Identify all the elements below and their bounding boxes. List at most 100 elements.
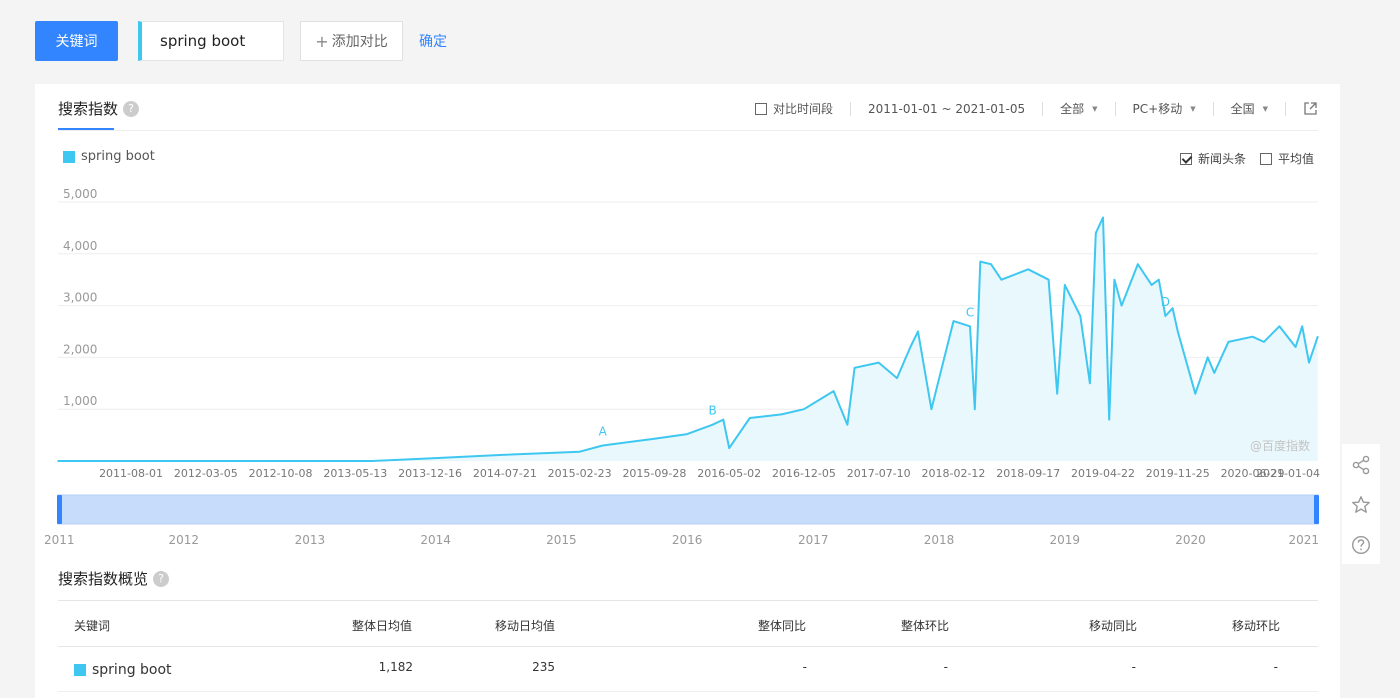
keyword-button[interactable]: 关键词 — [35, 21, 118, 61]
timeline-year-label: 2017 — [798, 533, 829, 547]
plus-icon: + — [315, 31, 329, 51]
x-tick-label: 2013-05-13 — [323, 467, 387, 480]
y-tick-label: 2,000 — [63, 342, 97, 356]
data-point — [1177, 330, 1179, 333]
annotation-label: A — [599, 424, 608, 438]
watermark: @百度指数 — [1250, 438, 1310, 453]
add-compare-button[interactable]: + 添加对比 — [300, 21, 403, 61]
data-point — [780, 413, 783, 416]
timeline-year-label: 2011 — [44, 533, 75, 547]
data-point — [1113, 278, 1116, 281]
timeline-handle-right — [1314, 495, 1319, 524]
timeline-year-label: 2019 — [1049, 533, 1080, 547]
timeline-year-label: 2020 — [1175, 533, 1206, 547]
search-index-chart[interactable]: 5,000 4,000 3,000 2,000 1,000 2011-08-01 2012-… — [35, 84, 1340, 554]
data-point — [1102, 216, 1104, 219]
side-toolbar — [1342, 444, 1380, 564]
data-point — [1294, 346, 1297, 348]
data-point — [1064, 284, 1066, 286]
x-tick-label: 2021-01-04 — [1256, 467, 1320, 480]
col-keyword: 关键词 — [74, 619, 111, 633]
x-tick-label: 2011-08-01 — [99, 467, 163, 480]
star-icon[interactable] — [1351, 495, 1371, 515]
data-point — [429, 457, 431, 460]
col-overall-avg: 整体日均值 — [352, 619, 413, 633]
data-point — [1227, 341, 1230, 343]
x-tick-label: 2013-12-16 — [398, 467, 462, 480]
data-point — [877, 361, 880, 364]
y-tick-label: 1,000 — [63, 394, 97, 408]
data-point — [1095, 232, 1097, 234]
row-overall-yoy: - — [802, 660, 807, 674]
keyword-input[interactable]: spring boot — [138, 21, 284, 61]
help-icon[interactable]: ? — [153, 570, 170, 587]
data-point — [969, 325, 971, 328]
data-point — [749, 417, 751, 419]
data-point — [1150, 284, 1153, 286]
legend-swatch — [74, 664, 86, 676]
data-point — [896, 377, 898, 379]
y-tick-label: 4,000 — [63, 239, 97, 253]
search-index-panel: 搜索指数 ? 对比时间段 2011-01-01 ~ 2021-01-05 全部 … — [35, 84, 1340, 698]
data-point — [1316, 335, 1319, 338]
data-point — [57, 460, 59, 462]
x-tick-label: 2018-09-17 — [996, 467, 1060, 480]
x-tick-label: 2018-02-12 — [922, 467, 986, 480]
row-mobile-mom: - — [1273, 660, 1278, 674]
data-point — [1308, 361, 1310, 364]
timeline-year-label: 2014 — [420, 533, 451, 547]
col-mobile-mom: 移动环比 — [1232, 619, 1281, 633]
row-overall-avg: 1,182 — [378, 660, 413, 674]
overview-title-text: 搜索指数概览 — [58, 570, 149, 588]
timeline-year-label: 2016 — [672, 533, 703, 547]
overview-table: 关键词 整体日均值 移动日均值 整体同比 整体环比 移动同比 移动环比 spri… — [58, 600, 1318, 692]
row-keyword-text: spring boot — [92, 662, 172, 678]
timeline-year-label: 2012 — [168, 533, 199, 547]
data-point — [504, 454, 506, 456]
data-point — [1079, 315, 1082, 317]
data-point — [952, 320, 955, 322]
annotation-label: D — [1161, 295, 1170, 309]
timeline-year-label: 2021 — [1288, 533, 1319, 547]
data-point — [1158, 278, 1160, 281]
col-mobile-yoy: 移动同比 — [1089, 619, 1138, 633]
timeline-year-label: 2013 — [295, 533, 326, 547]
data-point — [1206, 356, 1209, 359]
annotation-label: B — [709, 404, 717, 418]
y-tick-label: 3,000 — [63, 291, 97, 305]
data-point — [653, 437, 656, 440]
data-point — [1108, 418, 1110, 421]
share-icon[interactable] — [1351, 455, 1371, 475]
data-point — [1278, 325, 1281, 328]
x-tick-label: 2019-11-25 — [1146, 467, 1210, 480]
data-point — [979, 260, 982, 263]
data-point — [711, 423, 714, 426]
x-tick-label: 2016-12-05 — [772, 467, 836, 480]
data-point — [930, 408, 933, 411]
search-bar: 关键词 spring boot + 添加对比 确定 — [0, 0, 1400, 84]
data-point — [1164, 315, 1167, 317]
add-compare-label: 添加对比 — [331, 34, 388, 50]
data-point — [990, 263, 992, 265]
data-point — [1056, 392, 1058, 395]
x-tick-label: 2015-09-28 — [622, 467, 686, 480]
x-tick-label: 2012-03-05 — [174, 467, 238, 480]
table-row: spring boot 1,182 235 - - - - — [58, 647, 1318, 692]
timeline-year-label: 2015 — [546, 533, 577, 547]
data-point — [1251, 335, 1254, 338]
x-tick-label: 2016-05-02 — [697, 467, 761, 480]
data-point — [371, 460, 374, 462]
data-point — [1047, 278, 1050, 281]
col-overall-mom: 整体环比 — [901, 619, 950, 633]
data-point — [601, 444, 604, 447]
x-tick-label: 2017-07-10 — [847, 467, 911, 480]
row-mobile-avg: 235 — [532, 660, 555, 674]
data-point — [909, 346, 912, 348]
data-point — [1194, 392, 1197, 395]
data-point — [803, 408, 805, 411]
data-point — [1089, 382, 1091, 385]
x-tick-label: 2019-04-22 — [1071, 467, 1135, 480]
confirm-link[interactable]: 确定 — [419, 31, 447, 51]
help-circle-icon[interactable] — [1351, 535, 1371, 555]
annotation-label: C — [966, 305, 974, 319]
